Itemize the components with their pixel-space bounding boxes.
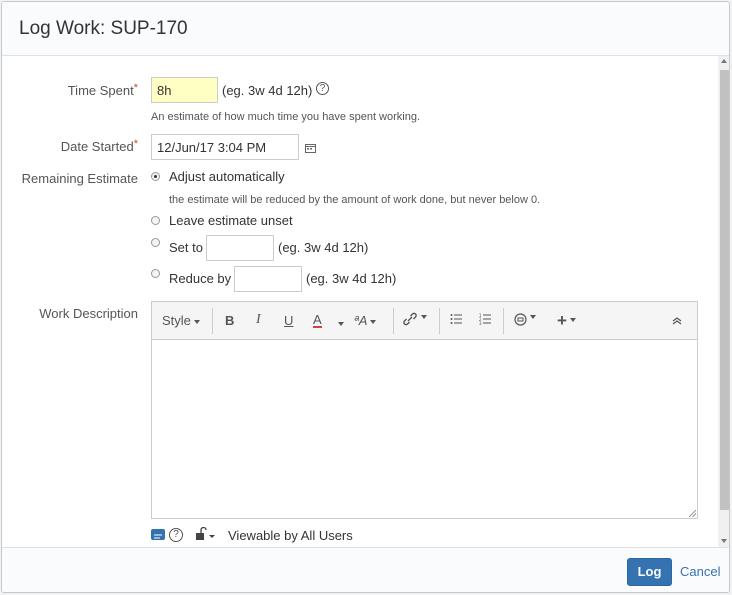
bullet-list-icon bbox=[450, 314, 462, 324]
scrollbar-thumb[interactable] bbox=[720, 70, 729, 510]
editor-textarea[interactable] bbox=[152, 340, 697, 518]
time-spent-hint: (eg. 3w 4d 12h) bbox=[222, 83, 313, 98]
chevron-down-icon bbox=[569, 317, 576, 322]
scroll-up-icon[interactable] bbox=[721, 59, 727, 63]
adjust-automatically-description: the estimate will be reduced by the amou… bbox=[169, 194, 541, 206]
link-dropdown[interactable] bbox=[402, 312, 427, 329]
toolbar-separator bbox=[503, 308, 504, 334]
chevron-down-icon bbox=[193, 319, 200, 324]
style-dropdown[interactable]: Style bbox=[162, 313, 200, 328]
resize-handle[interactable] bbox=[689, 510, 696, 517]
set-to-radio[interactable] bbox=[151, 238, 160, 247]
scroll-down-icon[interactable] bbox=[721, 539, 727, 543]
chevron-down-icon bbox=[370, 319, 377, 324]
text-color-dropdown[interactable] bbox=[335, 315, 344, 330]
toolbar-separator bbox=[393, 308, 394, 334]
wiki-markup-icon[interactable] bbox=[151, 529, 165, 540]
log-work-dialog: Log Work: SUP-170 Time Spent* (eg. 3w 4d… bbox=[1, 1, 730, 593]
svg-text:3: 3 bbox=[479, 321, 482, 325]
vertical-scrollbar[interactable] bbox=[718, 56, 729, 547]
dialog-content: Time Spent* (eg. 3w 4d 12h) ? An estimat… bbox=[2, 56, 729, 547]
dialog-header: Log Work: SUP-170 bbox=[2, 2, 729, 56]
numbered-list-icon: 123 bbox=[479, 313, 491, 326]
time-spent-input[interactable] bbox=[151, 77, 218, 103]
chevron-down-icon bbox=[421, 314, 427, 319]
leave-unset-radio[interactable] bbox=[151, 216, 160, 225]
text-effects-label: ªA bbox=[354, 313, 368, 328]
chevron-down-icon bbox=[338, 321, 344, 326]
calendar-icon[interactable] bbox=[305, 140, 316, 153]
unlock-icon bbox=[196, 526, 215, 540]
remaining-estimate-label: Remaining Estimate bbox=[21, 171, 138, 186]
style-dropdown-label: Style bbox=[162, 313, 191, 328]
text-effects-dropdown[interactable]: ªA bbox=[354, 313, 377, 328]
adjust-automatically-radio[interactable] bbox=[151, 172, 160, 181]
date-started-label: Date Started* bbox=[60, 138, 138, 154]
toolbar-separator bbox=[439, 308, 440, 334]
bold-button[interactable]: B bbox=[225, 313, 234, 328]
numbered-list-button[interactable]: 123 bbox=[479, 313, 492, 328]
reduce-by-hint: (eg. 3w 4d 12h) bbox=[306, 271, 397, 286]
dialog-footer: Log Cancel bbox=[2, 547, 729, 592]
editor-toolbar: Style B I U A ªA 123 + bbox=[152, 302, 697, 340]
chevron-down-icon bbox=[530, 314, 536, 319]
plus-icon: + bbox=[557, 311, 567, 330]
collapse-toolbar-button[interactable] bbox=[672, 313, 682, 328]
insert-more-dropdown[interactable]: + bbox=[557, 311, 576, 331]
time-spent-label: Time Spent* bbox=[67, 82, 138, 98]
link-icon bbox=[403, 312, 417, 326]
rich-text-editor: Style B I U A ªA 123 + bbox=[151, 301, 698, 519]
set-to-input[interactable] bbox=[206, 235, 274, 261]
log-button[interactable]: Log bbox=[627, 558, 672, 586]
collapse-up-icon bbox=[672, 317, 682, 325]
emoticon-icon bbox=[514, 313, 527, 326]
bullet-list-button[interactable] bbox=[450, 313, 463, 328]
underline-button[interactable]: U bbox=[284, 313, 293, 328]
date-started-input[interactable] bbox=[151, 134, 299, 160]
cancel-link[interactable]: Cancel bbox=[680, 564, 720, 579]
leave-unset-label[interactable]: Leave estimate unset bbox=[169, 213, 293, 228]
help-icon[interactable]: ? bbox=[169, 528, 183, 542]
reduce-by-label[interactable]: Reduce by bbox=[169, 271, 231, 286]
emoticon-dropdown[interactable] bbox=[514, 313, 536, 329]
help-icon[interactable]: ? bbox=[316, 82, 329, 95]
adjust-automatically-label[interactable]: Adjust automatically bbox=[169, 169, 285, 184]
dialog-title: Log Work: SUP-170 bbox=[19, 18, 188, 39]
visibility-dropdown[interactable] bbox=[195, 526, 217, 546]
time-spent-description: An estimate of how much time you have sp… bbox=[151, 111, 421, 123]
set-to-hint: (eg. 3w 4d 12h) bbox=[278, 240, 369, 255]
italic-button[interactable]: I bbox=[256, 312, 261, 328]
visibility-label: Viewable by All Users bbox=[228, 528, 353, 543]
work-description-label: Work Description bbox=[39, 306, 138, 321]
text-color-button[interactable]: A bbox=[313, 313, 322, 328]
reduce-by-input[interactable] bbox=[234, 266, 302, 292]
toolbar-separator bbox=[212, 308, 213, 334]
set-to-label[interactable]: Set to bbox=[169, 240, 203, 255]
reduce-by-radio[interactable] bbox=[151, 269, 160, 278]
